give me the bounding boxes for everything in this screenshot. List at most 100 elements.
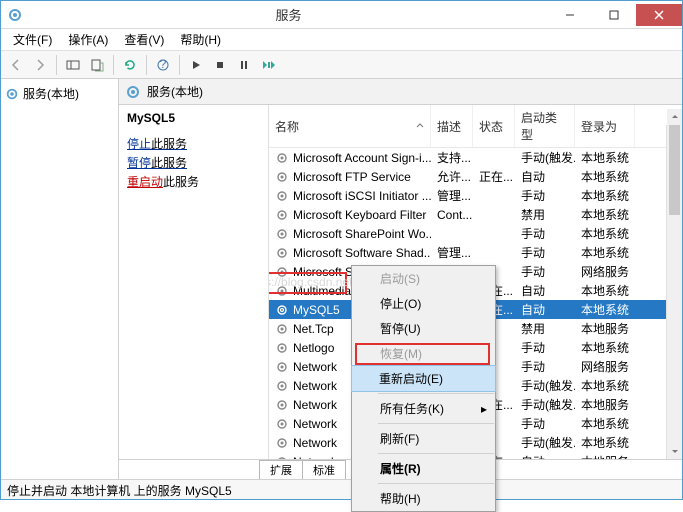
menu-action[interactable]: 操作(A) (60, 29, 116, 50)
window-title: 服务 (29, 5, 548, 24)
service-logon-cell: 本地系统 (575, 148, 635, 167)
scroll-down-button[interactable] (667, 443, 682, 459)
service-desc-cell (431, 233, 473, 235)
col-desc[interactable]: 描述 (431, 105, 473, 147)
link-pause[interactable]: 暂停此服务 (127, 154, 260, 171)
service-startup-cell: 自动 (515, 300, 575, 319)
service-name-cell: Net.Tcp (293, 322, 334, 336)
vertical-scrollbar[interactable] (666, 125, 682, 459)
service-status-cell (473, 252, 515, 254)
service-logon-cell: 本地系统 (575, 300, 635, 319)
refresh-button[interactable] (119, 54, 141, 76)
service-status-cell (473, 214, 515, 216)
context-menu-item: 启动(S) (352, 266, 495, 291)
col-status[interactable]: 状态 (473, 105, 515, 147)
service-desc-cell: Cont... (431, 207, 473, 223)
table-row[interactable]: Microsoft Keyboard Filter Cont... 禁用本地系统 (269, 205, 682, 224)
context-menu-item[interactable]: 重新启动(E) (351, 365, 496, 392)
col-startup[interactable]: 启动类型 (515, 105, 575, 147)
service-logon-cell: 本地系统 (575, 414, 635, 433)
scroll-up-button[interactable] (667, 109, 682, 125)
table-row[interactable]: Microsoft iSCSI Initiator ...管理... 手动本地系统 (269, 186, 682, 205)
minimize-button[interactable] (548, 4, 592, 26)
service-logon-cell: 网络服务 (575, 357, 635, 376)
service-desc-cell: 允许... (431, 167, 473, 186)
context-menu-separator (378, 483, 494, 484)
context-menu-item[interactable]: 所有任务(K)▸ (352, 396, 495, 421)
pause-service-button[interactable] (233, 54, 255, 76)
context-menu-item[interactable]: 刷新(F) (352, 426, 495, 451)
context-menu-separator (378, 393, 494, 394)
service-logon-cell: 本地服务 (575, 395, 635, 414)
table-row[interactable]: Microsoft Software Shad...管理...手动本地系统 (269, 243, 682, 262)
start-service-button[interactable] (185, 54, 207, 76)
export-button[interactable] (86, 54, 108, 76)
service-startup-cell: 手动 (515, 338, 575, 357)
service-name-cell: Microsoft SharePoint Wo... (293, 227, 431, 241)
service-logon-cell: 本地系统 (575, 338, 635, 357)
link-restart[interactable]: 重启动 (127, 175, 163, 189)
service-logon-cell: 本地系统 (575, 205, 635, 224)
context-menu-item[interactable]: 停止(O) (352, 291, 495, 316)
service-startup-cell: 手动(触发... (515, 148, 575, 167)
service-name-cell: Netlogo (293, 341, 334, 355)
restart-service-button[interactable] (257, 54, 279, 76)
service-name-cell: MySQL5 (293, 303, 340, 317)
service-startup-cell: 手动 (515, 186, 575, 205)
service-name-cell: Network (293, 455, 337, 460)
service-logon-cell: 本地系统 (575, 186, 635, 205)
tree-root[interactable]: 服务(本地) (3, 83, 116, 104)
back-button[interactable] (5, 54, 27, 76)
tab-standard[interactable]: 标准 (302, 460, 346, 479)
service-startup-cell: 自动 (515, 281, 575, 300)
service-desc-cell: 支持... (431, 148, 473, 167)
service-logon-cell: 本地系统 (575, 224, 635, 243)
service-startup-cell: 手动 (515, 262, 575, 281)
service-desc-cell: 管理... (431, 186, 473, 205)
scroll-thumb[interactable] (669, 125, 680, 215)
toolbar: ? (1, 51, 682, 79)
service-logon-cell: 本地服务 (575, 452, 635, 459)
service-name-cell: Microsoft FTP Service (293, 170, 411, 184)
close-button[interactable] (636, 4, 682, 26)
table-row[interactable]: Microsoft FTP Service允许...正在...自动本地系统 (269, 167, 682, 186)
service-startup-cell: 手动(触发... (515, 395, 575, 414)
link-stop[interactable]: 停止此服务 (127, 135, 260, 152)
help-button[interactable]: ? (152, 54, 174, 76)
maximize-button[interactable] (592, 4, 636, 26)
stop-service-button[interactable] (209, 54, 231, 76)
service-name-cell: Microsoft iSCSI Initiator ... (293, 189, 431, 203)
table-row[interactable]: Microsoft Account Sign-i...支持... 手动(触发...… (269, 148, 682, 167)
detail-header-title: 服务(本地) (147, 83, 203, 100)
detail-header: 服务(本地) (119, 79, 682, 105)
console-tree: 服务(本地) (1, 79, 119, 479)
context-menu-item[interactable]: 帮助(H) (352, 486, 495, 511)
menu-view[interactable]: 查看(V) (116, 29, 172, 50)
service-logon-cell: 本地服务 (575, 319, 635, 338)
col-logon[interactable]: 登录为 (575, 105, 635, 147)
context-menu-item[interactable]: 暂停(U) (352, 316, 495, 341)
service-desc-cell: 管理... (431, 243, 473, 262)
service-logon-cell: 本地系统 (575, 433, 635, 452)
context-menu-item[interactable]: 属性(R) (352, 456, 495, 481)
service-name-cell: Network (293, 379, 337, 393)
titlebar: 服务 (1, 1, 682, 29)
table-row[interactable]: Microsoft SharePoint Wo...手动本地系统 (269, 224, 682, 243)
forward-button[interactable] (29, 54, 51, 76)
menu-help[interactable]: 帮助(H) (172, 29, 229, 50)
service-startup-cell: 手动 (515, 243, 575, 262)
service-startup-cell: 禁用 (515, 205, 575, 224)
show-hide-tree-button[interactable] (62, 54, 84, 76)
service-status-cell (473, 233, 515, 235)
service-startup-cell: 自动 (515, 452, 575, 459)
service-name-cell: Microsoft Account Sign-i... (293, 151, 431, 165)
menu-file[interactable]: 文件(F) (5, 29, 60, 50)
service-name-cell: Microsoft Keyboard Filter (293, 208, 426, 222)
statusbar: 停止并启动 本地计算机 上的服务 MySQL5 (1, 479, 682, 499)
service-logon-cell: 本地系统 (575, 243, 635, 262)
chevron-right-icon: ▸ (481, 402, 487, 416)
tab-extended[interactable]: 扩展 (259, 460, 303, 479)
menubar: 文件(F) 操作(A) 查看(V) 帮助(H) (1, 29, 682, 51)
service-status-cell (473, 195, 515, 197)
col-name[interactable]: 名称 (269, 105, 431, 147)
